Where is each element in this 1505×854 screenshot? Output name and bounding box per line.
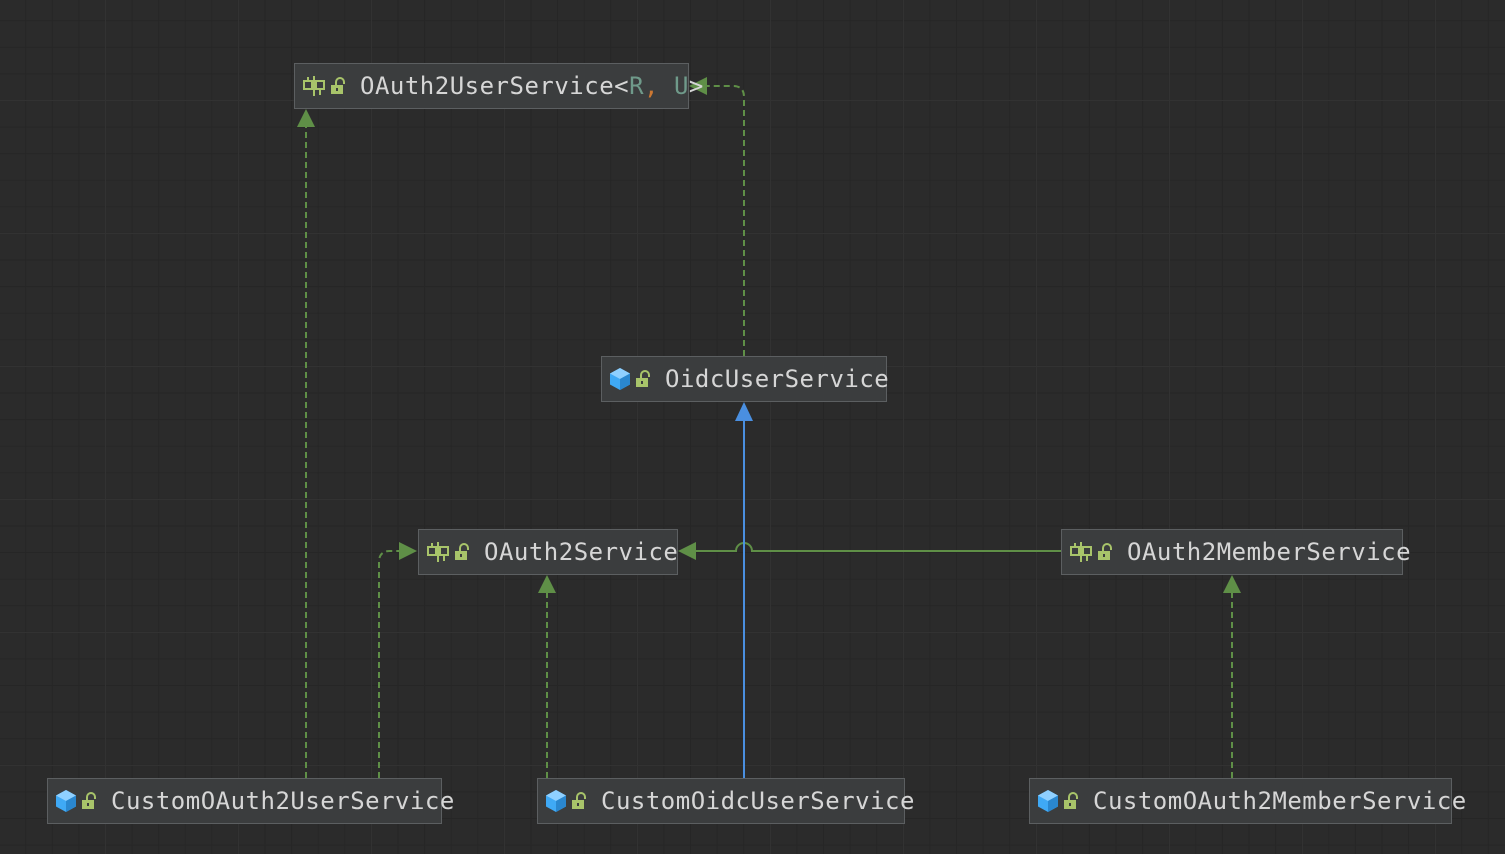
interface-icon (302, 73, 326, 99)
edge-custom-oauth2-member-service-to-oauth2-member-service (1223, 575, 1241, 778)
public-unlocked-icon (454, 543, 470, 561)
edge-custom-oidc-user-service-to-oauth2-service (538, 575, 556, 778)
public-unlocked-icon (571, 792, 587, 810)
public-unlocked-icon (81, 792, 97, 810)
node-label: CustomOAuth2MemberService (1093, 787, 1467, 815)
node-label: CustomOAuth2UserService (111, 787, 455, 815)
node-custom-oidc-user-service[interactable]: CustomOidcUserService (537, 778, 914, 824)
public-unlocked-icon (330, 77, 346, 95)
class-icon (55, 788, 77, 814)
node-custom-oauth2-user-service[interactable]: CustomOAuth2UserService (47, 778, 454, 824)
interface-icon (1069, 539, 1093, 565)
node-oauth2-user-service[interactable]: OAuth2UserService<R, U> (294, 63, 703, 109)
class-icon (545, 788, 567, 814)
public-unlocked-icon (1063, 792, 1079, 810)
edge-custom-oauth2-user-service-to-oauth2-user-service (297, 109, 315, 778)
node-oauth2-member-service[interactable]: OAuth2MemberService (1061, 529, 1411, 575)
class-icon (1037, 788, 1059, 814)
edges-layer (297, 77, 1241, 778)
node-label: OidcUserService (665, 365, 890, 393)
edge-custom-oauth2-user-service-to-oauth2-service (378, 542, 417, 778)
edge-oidc-user-service-to-oauth2-user-service (689, 77, 745, 356)
node-custom-oauth2-member-service[interactable]: CustomOAuth2MemberService (1029, 778, 1466, 824)
node-oauth2-service[interactable]: OAuth2Service (418, 529, 678, 575)
public-unlocked-icon (635, 370, 651, 388)
public-unlocked-icon (1097, 543, 1113, 561)
node-label: OAuth2UserService<R, U> (360, 72, 704, 100)
edge-custom-oidc-user-service-to-oidc-user-service (735, 402, 753, 778)
node-label: CustomOidcUserService (601, 787, 915, 815)
uml-diagram-canvas[interactable]: OAuth2UserService<R, U> OidcUserService … (0, 0, 1505, 854)
node-oidc-user-service[interactable]: OidcUserService (601, 356, 890, 402)
edge-oauth2-member-service-to-oauth2-service (678, 542, 1061, 560)
node-label: OAuth2Service (484, 538, 679, 566)
node-label: OAuth2MemberService (1127, 538, 1412, 566)
class-icon (609, 366, 631, 392)
interface-icon (426, 539, 450, 565)
